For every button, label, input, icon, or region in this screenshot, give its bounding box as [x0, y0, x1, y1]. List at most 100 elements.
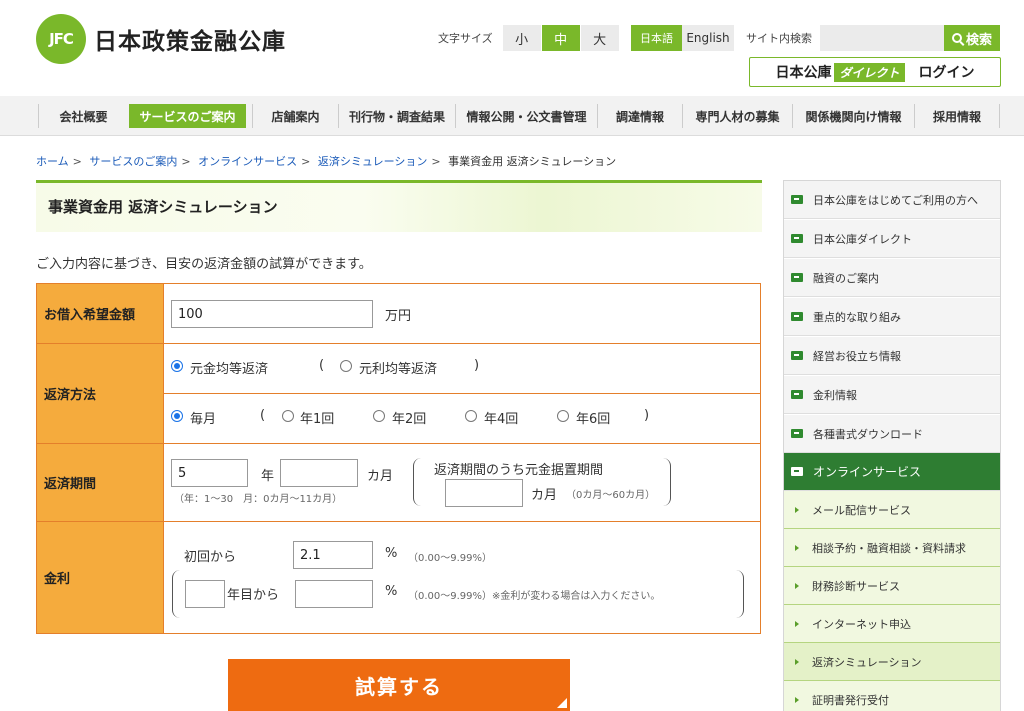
nav-item-procurement[interactable]: 調達情報	[597, 104, 682, 128]
font-size-large-button[interactable]: 大	[580, 25, 619, 51]
page-title-bar: 事業資金用 返済シミュレーション	[36, 180, 762, 232]
sidebar-item-business-info[interactable]: 経営お役立ち情報	[784, 337, 1000, 375]
sidebar-item-rates[interactable]: 金利情報	[784, 376, 1000, 414]
nav-item-disclosure[interactable]: 情報公開・公文書管理	[455, 104, 597, 128]
arrow-right-icon	[791, 390, 803, 399]
paren-open: (	[319, 358, 325, 373]
breadcrumb-simulation[interactable]: 返済シミュレーション	[318, 155, 428, 168]
font-size-label: 文字サイズ	[438, 32, 493, 45]
sidebar-sub-certificate[interactable]: 証明書発行受付	[784, 681, 1000, 711]
interest-rate-header: 金利	[37, 522, 164, 633]
sidebar-item-label: オンラインサービス	[813, 465, 922, 479]
nav-item-publications[interactable]: 刊行物・調査結果	[338, 104, 455, 128]
breadcrumb: ホーム > サービスのご案内 > オンラインサービス > 返済シミュレーション > 事業…	[36, 153, 616, 169]
yearly-1-label: 年1回	[300, 412, 335, 427]
paren-close: )	[474, 358, 480, 373]
nav-item-specialists[interactable]: 専門人材の募集	[682, 104, 792, 128]
breadcrumb-online[interactable]: オンラインサービス	[198, 155, 297, 168]
arrow-right-icon	[791, 273, 803, 282]
nav-item-services[interactable]: サービスのご案内	[129, 104, 246, 128]
radio-level-payment[interactable]	[340, 360, 352, 372]
corner-arrow-icon	[557, 698, 567, 708]
rate-initial-percent: %	[385, 546, 398, 561]
global-nav: 会社概要 サービスのご案内 店舗案内 刊行物・調査結果 情報公開・公文書管理 調…	[0, 96, 1024, 136]
breadcrumb-separator: >	[72, 155, 82, 168]
radio-yearly-4[interactable]	[465, 410, 477, 422]
bullet-icon	[795, 620, 799, 627]
arrow-right-icon	[791, 234, 803, 243]
search-label: サイト内検索	[746, 32, 812, 45]
yearly-2-label: 年2回	[392, 412, 427, 427]
grace-period-label: 返済期間のうち元金据置期間	[434, 463, 604, 478]
radio-yearly-6[interactable]	[557, 410, 569, 422]
bullet-icon	[795, 544, 799, 551]
sidebar-sub-diagnosis[interactable]: 財務診断サービス	[784, 567, 1000, 605]
calculate-button-label: 試算する	[355, 674, 443, 699]
sidebar-item-label: 日本公庫ダイレクト	[813, 232, 912, 246]
period-months-unit: カ月	[367, 469, 394, 484]
sidebar-sub-consult[interactable]: 相談予約・融資相談・資料請求	[784, 529, 1000, 567]
loan-amount-input[interactable]	[171, 300, 373, 328]
repayment-method-header: 返済方法	[37, 344, 164, 443]
sidebar-item-first-time[interactable]: 日本公庫をはじめてご利用の方へ	[784, 181, 1000, 219]
grace-period-input[interactable]	[445, 479, 523, 507]
bullet-icon	[795, 582, 799, 589]
sidebar-item-online[interactable]: オンラインサービス	[784, 453, 1000, 491]
nav-item-recruit[interactable]: 採用情報	[914, 104, 1000, 128]
yearly-4-label: 年4回	[484, 412, 519, 427]
sidebar-sub-internet-apply[interactable]: インターネット申込	[784, 605, 1000, 643]
lang-english-button[interactable]: English	[682, 25, 734, 51]
sidebar-item-initiatives[interactable]: 重点的な取り組み	[784, 298, 1000, 336]
site-logo[interactable]: JFC 日本政策金融公庫	[36, 14, 286, 64]
sidebar-item-label: 融資のご案内	[813, 271, 879, 285]
search-input[interactable]	[820, 25, 944, 51]
jfc-logo-mark: JFC	[36, 14, 86, 64]
rate-change-hint: （0.00〜9.99%）※金利が変わる場合は入力ください。	[408, 591, 661, 602]
font-size-small-button[interactable]: 小	[502, 25, 541, 51]
site-header: JFC 日本政策金融公庫 文字サイズ 小 中 大 日本語 English サイト…	[0, 0, 1024, 96]
direct-login-label: ログイン	[918, 65, 975, 81]
search-button-label: 検索	[965, 32, 992, 48]
lang-japanese-button[interactable]: 日本語	[631, 25, 682, 51]
sidebar-sub-simulation[interactable]: 返済シミュレーション	[784, 643, 1000, 681]
sidebar-item-label: 経営お役立ち情報	[813, 349, 901, 363]
radio-yearly-2[interactable]	[373, 410, 385, 422]
period-months-input[interactable]	[280, 459, 358, 487]
arrow-right-icon	[791, 312, 803, 321]
sidebar-item-direct[interactable]: 日本公庫ダイレクト	[784, 220, 1000, 258]
bullet-icon	[795, 658, 799, 665]
radio-monthly[interactable]	[171, 410, 183, 422]
period-years-input[interactable]	[171, 459, 248, 487]
rate-initial-input[interactable]	[293, 541, 373, 569]
sidebar-sub-label: 相談予約・融資相談・資料請求	[812, 541, 966, 555]
site-search: サイト内検索 検索	[746, 25, 1000, 51]
nav-item-related-orgs[interactable]: 関係機関向け情報	[792, 104, 914, 128]
rate-change-input[interactable]	[295, 580, 373, 608]
search-button[interactable]: 検索	[944, 25, 1000, 51]
sidebar-sub-label: 返済シミュレーション	[812, 655, 922, 669]
sidebar-item-label: 日本公庫をはじめてご利用の方へ	[813, 193, 978, 207]
nav-item-branches[interactable]: 店舗案内	[252, 104, 338, 128]
font-size-switcher: 文字サイズ 小 中 大	[438, 25, 620, 51]
period-hint: （年：1〜30 月：0カ月〜11カ月）	[174, 494, 343, 505]
direct-prefix: 日本公庫	[775, 65, 832, 81]
monthly-label: 毎月	[190, 412, 217, 427]
bullet-icon	[795, 506, 799, 513]
sidebar-item-loans[interactable]: 融資のご案内	[784, 259, 1000, 297]
radio-principal-equal[interactable]	[171, 360, 183, 372]
rate-change-year-input[interactable]	[185, 580, 225, 608]
direct-login-button[interactable]: 日本公庫 ダイレクト ログイン	[749, 57, 1001, 87]
row-divider	[37, 343, 760, 344]
sidebar-item-downloads[interactable]: 各種書式ダウンロード	[784, 415, 1000, 453]
breadcrumb-home[interactable]: ホーム	[36, 155, 69, 168]
calculate-button[interactable]: 試算する	[228, 659, 570, 711]
sidebar-sub-mail[interactable]: メール配信サービス	[784, 491, 1000, 529]
simulation-form: お借入希望金額 返済方法 返済期間 金利 万円 元金均等返済 ( 元利均等返済 …	[36, 283, 761, 634]
font-size-medium-button[interactable]: 中	[541, 25, 580, 51]
radio-yearly-1[interactable]	[282, 410, 294, 422]
nav-item-company[interactable]: 会社概要	[38, 104, 128, 128]
rate-initial-label: 初回から	[184, 550, 237, 565]
principal-equal-label: 元金均等返済	[190, 362, 269, 377]
breadcrumb-services[interactable]: サービスのご案内	[89, 155, 177, 168]
row-divider	[164, 393, 760, 394]
